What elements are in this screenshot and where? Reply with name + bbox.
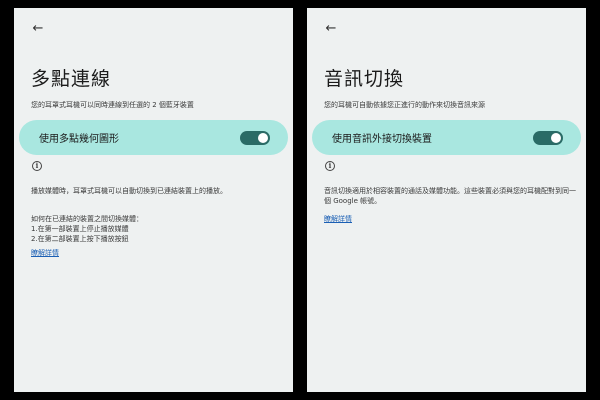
- back-button[interactable]: ←: [28, 20, 48, 36]
- description: 播放媒體時，耳罩式耳機可以自動切換到已連結裝置上的播放。: [31, 186, 286, 196]
- multipoint-switch[interactable]: [240, 130, 270, 145]
- description-text: 音訊切換適用於相容裝置的通話及媒體功能。這些裝置必須與您的耳機配對到同一個 Go…: [324, 187, 576, 205]
- switch-knob: [551, 132, 561, 143]
- page-title: 多點連線: [31, 68, 112, 90]
- howto-title: 如何在已連結的裝置之間切換媒體：: [31, 215, 143, 223]
- audio-switch-toggle-row[interactable]: 使用音訊外接切換裝置: [312, 120, 581, 155]
- howto-step: 2.在第二部裝置上按下播放按鈕: [31, 235, 129, 243]
- arrow-left-icon: ←: [325, 20, 337, 36]
- page-subtitle: 您的耳罩式耳機可以同時連線到任選的 2 個藍牙裝置: [31, 101, 194, 109]
- multipoint-toggle-row[interactable]: 使用多點幾何圖形: [19, 120, 288, 155]
- howto-step: 1.在第一部裝置上停止播放媒體: [31, 225, 129, 233]
- description-text: 播放媒體時，耳罩式耳機可以自動切換到已連結裝置上的播放。: [31, 187, 227, 195]
- arrow-left-icon: ←: [32, 20, 44, 36]
- toggle-label: 使用多點幾何圖形: [39, 134, 119, 145]
- audio-switch-settings-panel: ← 音訊切換 您的耳機可自動依據您正進行的動作來切換音訊來源 使用音訊外接切換裝…: [307, 8, 586, 392]
- info-icon: i: [325, 161, 335, 171]
- howto-section: 如何在已連結的裝置之間切換媒體： 1.在第一部裝置上停止播放媒體 2.在第二部裝…: [31, 214, 286, 244]
- multipoint-settings-panel: ← 多點連線 您的耳罩式耳機可以同時連線到任選的 2 個藍牙裝置 使用多點幾何圖…: [14, 8, 293, 392]
- page-title: 音訊切換: [324, 68, 405, 90]
- info-icon: i: [32, 161, 42, 171]
- description: 音訊切換適用於相容裝置的通話及媒體功能。這些裝置必須與您的耳機配對到同一個 Go…: [324, 186, 579, 206]
- toggle-label: 使用音訊外接切換裝置: [332, 134, 432, 145]
- page-subtitle: 您的耳機可自動依據您正進行的動作來切換音訊來源: [324, 101, 485, 109]
- back-button[interactable]: ←: [321, 20, 341, 36]
- switch-knob: [258, 132, 268, 143]
- learn-more-link[interactable]: 瞭解詳情: [31, 248, 59, 258]
- audio-switch-switch[interactable]: [533, 130, 563, 145]
- learn-more-link[interactable]: 瞭解詳情: [324, 214, 352, 224]
